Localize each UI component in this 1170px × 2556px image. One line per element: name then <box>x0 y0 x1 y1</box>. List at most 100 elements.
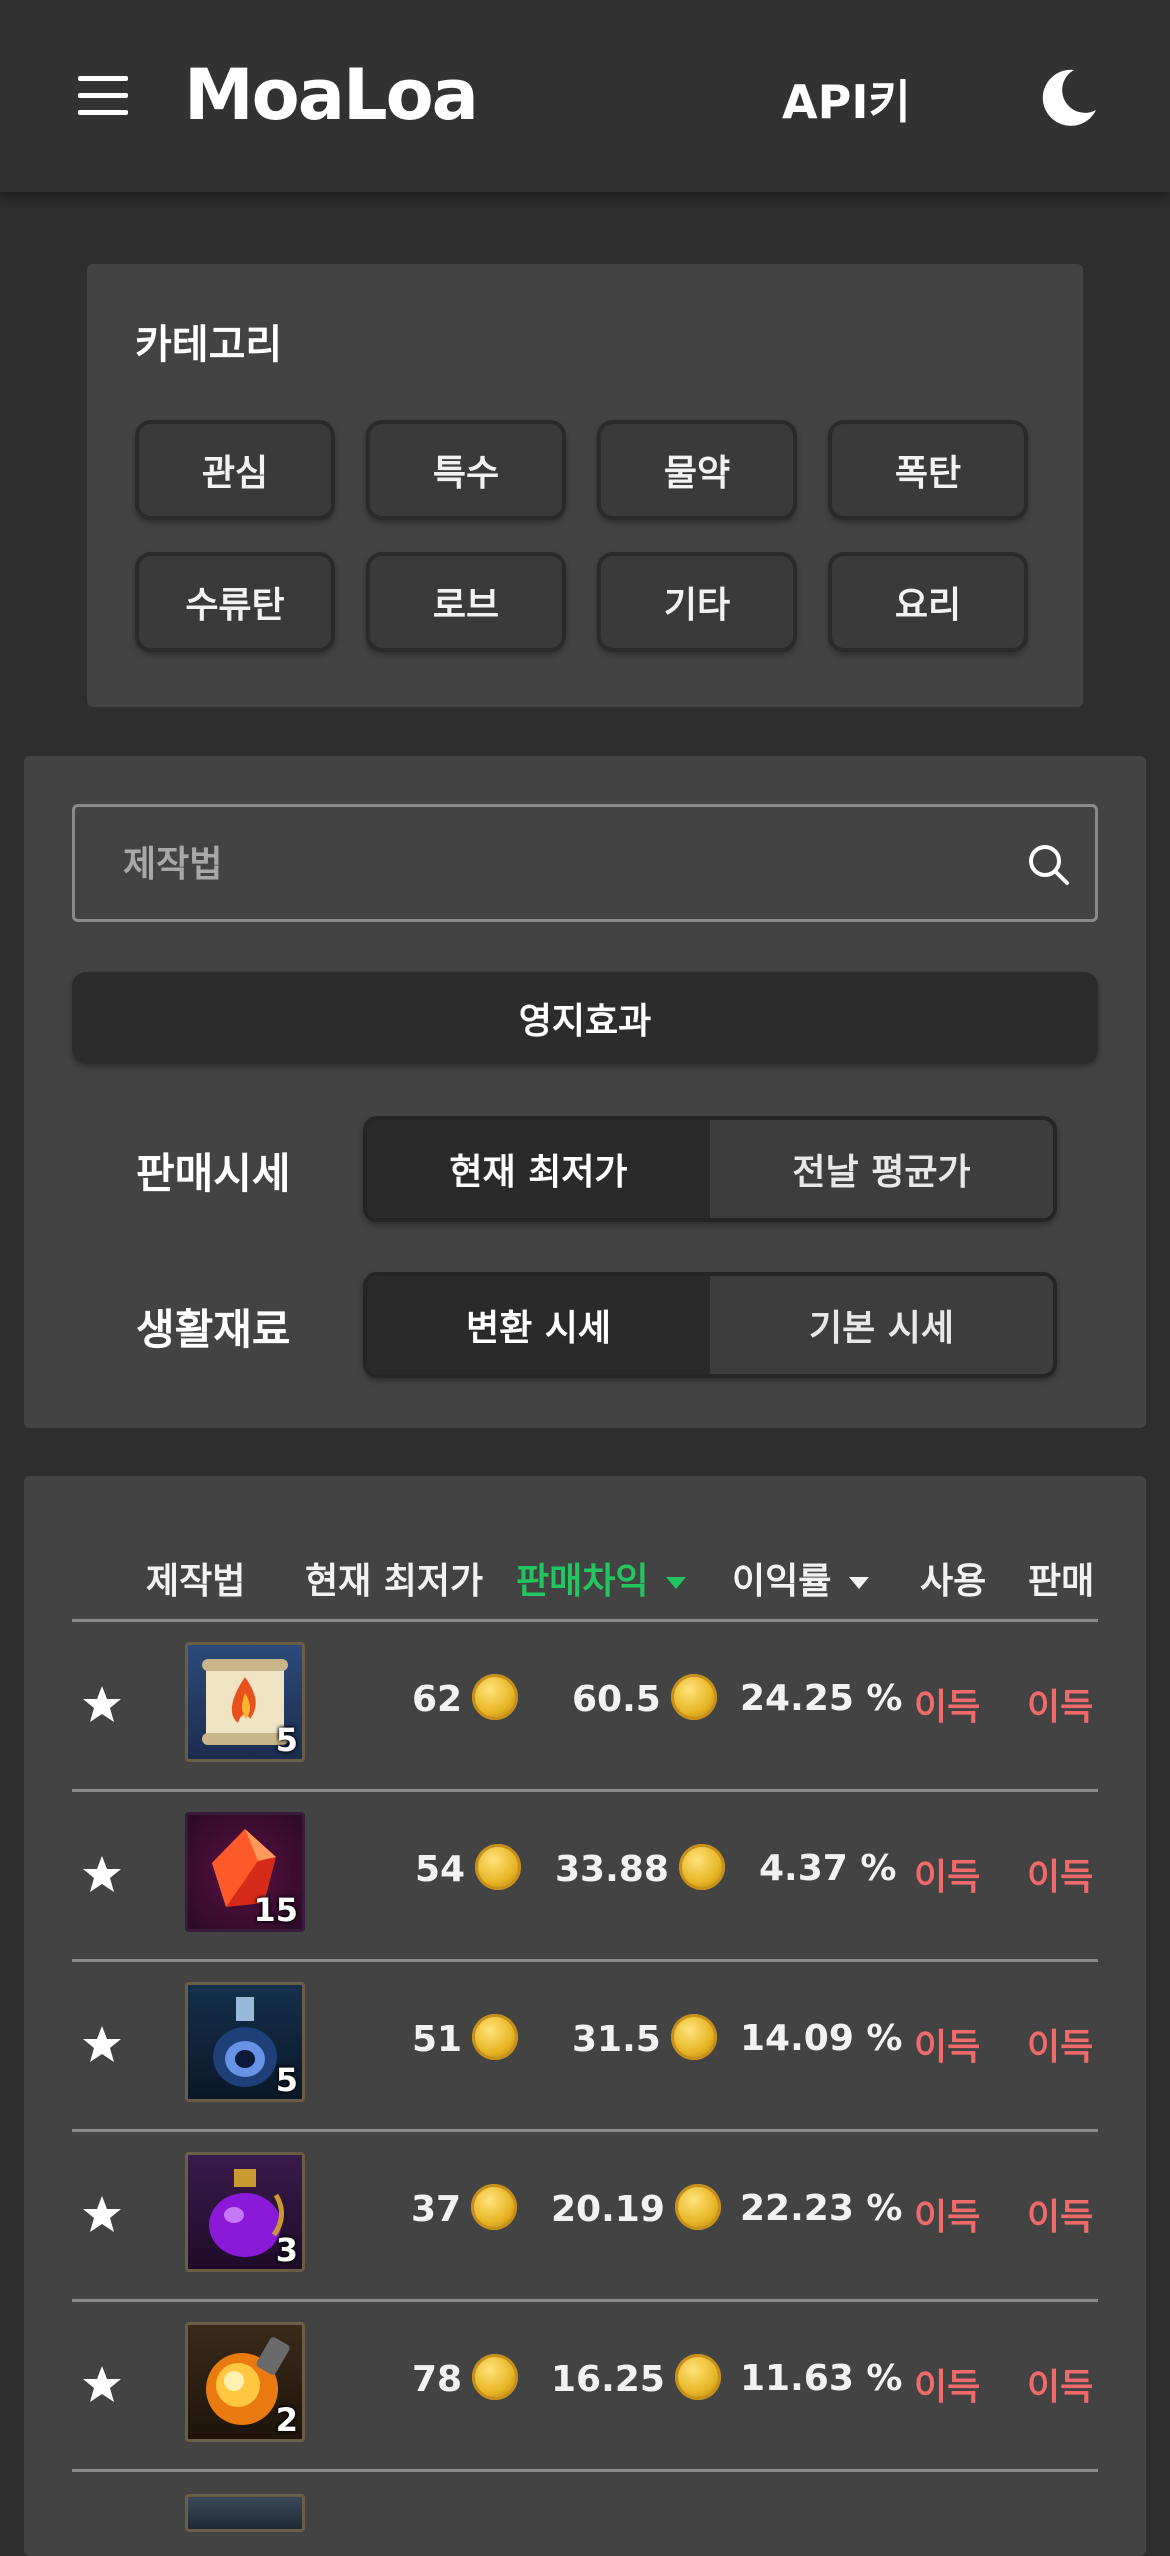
price-value: 78 <box>412 2359 463 2400</box>
header-sale-margin-label: 판매차익 <box>516 1561 649 1602</box>
price-value: 54 <box>415 1849 466 1890</box>
price-option-current-lowest[interactable]: 현재 최저가 <box>367 1120 710 1218</box>
fire-scroll-icon: 5 <box>185 1642 305 1762</box>
gold-coin-icon <box>670 1674 717 1720</box>
category-title: 카테고리 <box>135 322 283 368</box>
table-divider <box>72 2469 1098 2472</box>
gold-coin-icon <box>472 2014 519 2060</box>
current-lowest-cell: 51 <box>412 2014 519 2064</box>
profit-rate-value: 22.23 % <box>740 2188 903 2229</box>
current-lowest-cell: 54 <box>415 1844 522 1894</box>
favorite-star-icon[interactable] <box>82 1854 122 1894</box>
gold-coin-icon <box>475 1844 522 1890</box>
category-button-grenade[interactable]: 수류탄 <box>135 552 335 652</box>
header-recipe[interactable]: 제작법 <box>146 1552 245 1604</box>
header-sale-margin[interactable]: 판매차익 <box>516 1552 687 1604</box>
margin-value: 31.5 <box>572 2019 661 2060</box>
dark-mode-moon-icon[interactable] <box>1034 66 1098 130</box>
profit-rate-value: 14.09 % <box>740 2018 903 2059</box>
territory-effect-button[interactable]: 영지효과 <box>72 972 1098 1064</box>
material-toggle: 변환 시세 기본 시세 <box>363 1272 1057 1378</box>
table-row[interactable]: 15 54 33.88 4.37 % 이득 이득 <box>24 1792 1146 1962</box>
price-toggle: 현재 최저가 전날 평균가 <box>363 1116 1057 1222</box>
api-key-link[interactable]: API키 <box>782 66 911 132</box>
category-panel: 카테고리 관심 특수 물약 폭탄 수류탄 로브 기타 요리 <box>87 264 1083 707</box>
material-option-converted-price[interactable]: 변환 시세 <box>367 1276 710 1374</box>
margin-cell: 16.25 <box>551 2354 721 2404</box>
blue-flask-icon: 5 <box>185 1982 305 2102</box>
margin-cell: 33.88 <box>555 1844 725 1894</box>
gold-coin-icon <box>674 2184 721 2230</box>
sell-profit-value: 이득 <box>1027 1687 1094 1728</box>
price-option-yesterday-average[interactable]: 전날 평균가 <box>710 1120 1053 1218</box>
material-option-base-price[interactable]: 기본 시세 <box>710 1276 1053 1374</box>
margin-cell: 60.5 <box>572 1674 717 1724</box>
current-lowest-cell: 37 <box>411 2184 518 2234</box>
favorite-star-icon[interactable] <box>82 2194 122 2234</box>
current-lowest-cell: 78 <box>412 2354 519 2404</box>
category-button-potion[interactable]: 물약 <box>597 420 797 520</box>
profit-rate-value: 4.37 % <box>759 1848 897 1889</box>
recipe-table: 제작법 현재 최저가 판매차익 이익률 사용 판매 5 62 60.5 24.2… <box>24 1476 1146 2556</box>
menu-icon[interactable] <box>78 76 128 116</box>
filter-panel: 영지효과 판매시세 현재 최저가 전날 평균가 생활재료 변환 시세 기본 시세 <box>24 756 1146 1428</box>
red-crystal-icon: 15 <box>185 1812 305 1932</box>
favorite-star-icon[interactable] <box>82 2024 122 2064</box>
sort-desc-icon <box>666 1577 687 1589</box>
search-icon[interactable] <box>1027 843 1071 887</box>
header-use[interactable]: 사용 <box>920 1552 986 1604</box>
item-quantity: 5 <box>275 1721 298 1759</box>
table-row[interactable]: 2 78 16.25 11.63 % 이득 이득 <box>24 2302 1146 2472</box>
favorite-star-icon[interactable] <box>82 2364 122 2404</box>
category-button-favorite[interactable]: 관심 <box>135 420 335 520</box>
gold-coin-icon <box>472 1674 519 1720</box>
item-quantity: 5 <box>275 2061 298 2099</box>
header-sell[interactable]: 판매 <box>1028 1552 1094 1604</box>
use-profit-value: 이득 <box>914 1857 981 1898</box>
gold-coin-icon <box>670 2014 717 2060</box>
margin-cell: 31.5 <box>572 2014 717 2064</box>
table-row[interactable]: 5 62 60.5 24.25 % 이득 이득 <box>24 1622 1146 1792</box>
profit-rate-value: 11.63 % <box>740 2358 903 2399</box>
margin-value: 60.5 <box>572 1679 661 1720</box>
price-value: 37 <box>411 2189 462 2230</box>
margin-value: 20.19 <box>551 2189 665 2230</box>
current-lowest-cell: 62 <box>412 1674 519 1724</box>
margin-cell: 20.19 <box>551 2184 721 2234</box>
use-profit-value: 이득 <box>914 2367 981 2408</box>
sell-profit-value: 이득 <box>1027 2197 1094 2238</box>
use-profit-value: 이득 <box>914 2027 981 2068</box>
gold-coin-icon <box>674 2354 721 2400</box>
sort-desc-icon <box>849 1577 870 1589</box>
category-button-robe[interactable]: 로브 <box>366 552 566 652</box>
category-button-bomb[interactable]: 폭탄 <box>828 420 1028 520</box>
gold-coin-icon <box>678 1844 725 1890</box>
header-profit-rate-label: 이익률 <box>732 1561 832 1602</box>
use-profit-value: 이득 <box>914 2197 981 2238</box>
price-option-label: 판매시세 <box>136 1149 291 1198</box>
gold-coin-icon <box>472 2354 519 2400</box>
margin-value: 33.88 <box>555 1849 669 1890</box>
use-profit-value: 이득 <box>914 1687 981 1728</box>
profit-rate-value: 24.25 % <box>740 1678 903 1719</box>
category-button-special[interactable]: 특수 <box>366 420 566 520</box>
header-profit-rate[interactable]: 이익률 <box>732 1552 870 1604</box>
material-option-label: 생활재료 <box>136 1305 291 1354</box>
fire-bomb-icon: 2 <box>185 2322 305 2442</box>
recipe-search-input[interactable] <box>121 807 1005 921</box>
app-header: MoaLoa API키 <box>0 0 1170 192</box>
item-quantity: 2 <box>275 2401 298 2439</box>
price-value: 62 <box>412 1679 463 1720</box>
purple-potion-icon: 3 <box>185 2152 305 2272</box>
sell-profit-value: 이득 <box>1027 1857 1094 1898</box>
header-current-lowest[interactable]: 현재 최저가 <box>305 1552 483 1604</box>
table-row[interactable]: 3 37 20.19 22.23 % 이득 이득 <box>24 2132 1146 2302</box>
app-logo[interactable]: MoaLoa <box>184 54 479 136</box>
gold-coin-icon <box>471 2184 518 2230</box>
category-button-etc[interactable]: 기타 <box>597 552 797 652</box>
table-row[interactable]: 5 51 31.5 14.09 % 이득 이득 <box>24 1962 1146 2132</box>
category-button-cooking[interactable]: 요리 <box>828 552 1028 652</box>
favorite-star-icon[interactable] <box>82 1684 122 1724</box>
price-value: 51 <box>412 2019 463 2060</box>
item-quantity: 15 <box>253 1891 298 1929</box>
